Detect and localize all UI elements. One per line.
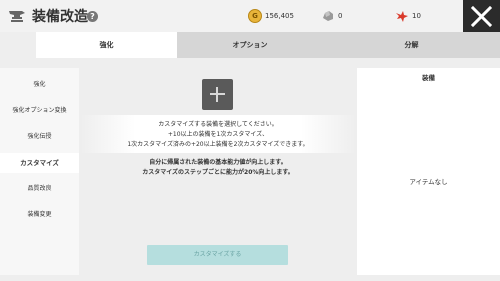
silver-ore-icon	[323, 11, 333, 21]
instruction-line-2: +10以上の装備を1次カスタマイズ、	[167, 131, 269, 138]
sidebar: 強化 強化オプション変換 強化伝授 カスタマイズ 品質改良 装備変更	[0, 68, 79, 275]
gold-amount: 156,405	[265, 12, 294, 20]
customize-button[interactable]: カスタマイズする	[147, 245, 288, 265]
tab-bar: 強化 オプション 分解	[36, 32, 500, 58]
gold-coin-icon: G	[248, 9, 262, 23]
red-bird-icon	[396, 11, 408, 22]
anvil-icon	[9, 11, 25, 22]
bird-amount: 10	[412, 12, 421, 20]
sidebar-item-equip-change[interactable]: 装備変更	[0, 205, 79, 225]
sidebar-item-option-convert[interactable]: 強化オプション変換	[0, 101, 79, 121]
instruction-line-3: 1次カスタマイズ済みの+20以上装備を2次カスタマイズできます。	[127, 141, 309, 148]
sidebar-item-quality-improve[interactable]: 品質改良	[0, 179, 79, 199]
page-title: 装備改造	[32, 9, 88, 25]
instruction-line-1: カスタマイズする装備を選択してください。	[158, 121, 278, 128]
sidebar-item-enhance-transfer[interactable]: 強化伝授	[0, 127, 79, 147]
note-line-1: 自分に帰属された装備の基本能力値が向上します。	[149, 159, 287, 166]
tab-disassemble[interactable]: 分解	[323, 32, 500, 58]
sidebar-item-customize[interactable]: カスタマイズ	[0, 153, 79, 173]
note-line-2: カスタマイズのステップごとに能力が20%向上します。	[142, 169, 294, 176]
no-items-text: アイテムなし	[409, 178, 448, 186]
sidebar-item-enhance[interactable]: 強化	[0, 75, 79, 95]
question-circle-icon[interactable]: ?	[87, 11, 98, 22]
header-bar: 装備改造 ? G 156,405 0 10	[0, 0, 500, 32]
tab-enhance[interactable]: 強化	[36, 32, 177, 58]
ore-amount: 0	[338, 12, 343, 20]
equipment-panel: 装備 アイテムなし	[357, 68, 500, 275]
add-equipment-button[interactable]	[202, 79, 233, 110]
customize-panel: カスタマイズする装備を選択してください。 +10以上の装備を1次カスタマイズ、 …	[80, 68, 356, 275]
tab-option[interactable]: オプション	[177, 32, 323, 58]
close-button[interactable]	[463, 0, 500, 32]
close-x-icon	[471, 6, 492, 27]
equipment-title: 装備	[422, 74, 435, 82]
